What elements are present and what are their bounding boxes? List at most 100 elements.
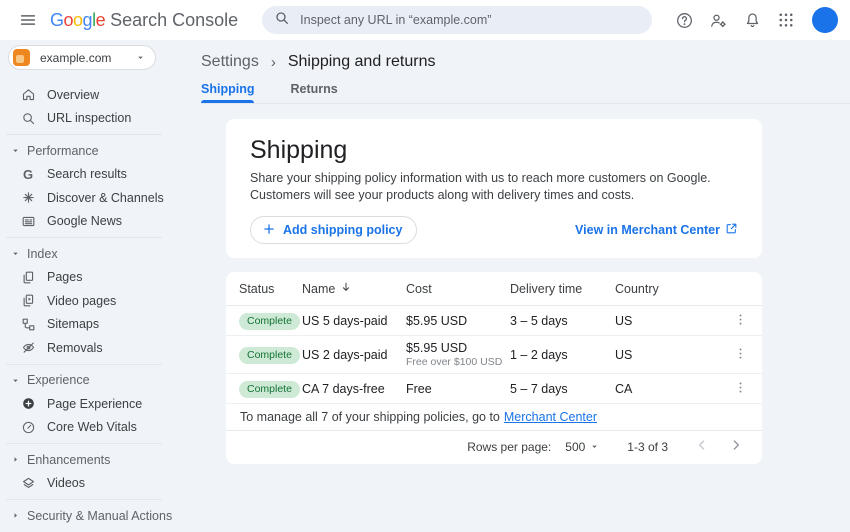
sidebar-item-label: Discover & Channels [47, 191, 164, 205]
sidebar-section-performance[interactable]: Performance [0, 139, 176, 163]
sidebar-section-label: Enhancements [27, 453, 110, 467]
sidebar-item-url-inspection[interactable]: URL inspection [0, 107, 176, 131]
sidebar-divider [6, 443, 162, 444]
chevron-down-icon [136, 53, 145, 62]
google-search-console-logo: Google Search Console [50, 10, 238, 31]
plus-icon [262, 222, 276, 239]
sidebar-item-core-web-vitals[interactable]: Core Web Vitals [0, 416, 176, 440]
news-icon [20, 213, 36, 229]
column-header-name[interactable]: Name [302, 281, 406, 296]
add-shipping-policy-label: Add shipping policy [283, 223, 402, 237]
sidebar-section-experience[interactable]: Experience [0, 369, 176, 393]
table-header-row: Status Name Cost Delivery time Country [226, 272, 762, 306]
topbar: Google Search Console [0, 0, 850, 40]
column-header-country: Country [615, 282, 726, 296]
main-content: Settings › Shipping and returns Shipping… [176, 40, 850, 532]
rows-per-page-select[interactable]: 500 [565, 440, 599, 454]
sidebar-item-pages[interactable]: Pages [0, 266, 176, 290]
sidebar-section-label: Security & Manual Actions [27, 509, 172, 523]
sidebar-item-google-news[interactable]: Google News [0, 210, 176, 234]
tab-shipping[interactable]: Shipping [201, 78, 254, 103]
tab-bar: Shipping Returns [201, 78, 850, 104]
column-header-cost: Cost [406, 282, 510, 296]
sidebar-item-search-results[interactable]: G Search results [0, 163, 176, 187]
property-selector[interactable]: example.com [8, 45, 156, 70]
url-inspection-searchbar[interactable] [262, 6, 652, 34]
policy-delivery-time: 3 – 5 days [510, 314, 615, 328]
policy-name: US 5 days-paid [302, 314, 406, 328]
add-shipping-policy-button[interactable]: Add shipping policy [250, 216, 417, 244]
previous-page-button[interactable] [690, 435, 714, 459]
view-in-merchant-center-link[interactable]: View in Merchant Center [575, 222, 738, 238]
shipping-description: Share your shipping policy information w… [250, 170, 730, 204]
search-input[interactable] [300, 13, 640, 27]
sidebar-item-videos[interactable]: Videos [0, 472, 176, 496]
sidebar-item-label: URL inspection [47, 111, 131, 125]
chevron-right-icon [8, 509, 22, 523]
sidebar: example.com Overview URL inspection Perf… [0, 40, 176, 532]
policy-delivery-time: 5 – 7 days [510, 382, 615, 396]
sidebar-item-sitemaps[interactable]: Sitemaps [0, 313, 176, 337]
sidebar-divider [6, 134, 162, 135]
shipping-actions: Add shipping policy View in Merchant Cen… [250, 216, 738, 244]
external-link-icon [725, 222, 738, 238]
sidebar-section-enhancements[interactable]: Enhancements [0, 448, 176, 472]
column-header-delivery-time: Delivery time [510, 282, 615, 296]
logo-letter: G [50, 10, 64, 30]
sidebar-item-label: Search results [47, 167, 127, 181]
bell-icon [743, 11, 762, 30]
sidebar-section-security[interactable]: Security & Manual Actions [0, 504, 176, 528]
chevron-down-icon [590, 440, 599, 454]
column-header-status: Status [239, 282, 302, 296]
policy-country: US [615, 348, 726, 362]
view-link-label: View in Merchant Center [575, 223, 720, 237]
search-icon [20, 110, 36, 126]
sidebar-item-label: Video pages [47, 294, 116, 308]
avatar[interactable] [812, 7, 838, 33]
row-menu-button[interactable] [726, 341, 754, 369]
notifications-button[interactable] [738, 6, 766, 34]
logo-letter: e [96, 10, 106, 30]
row-menu-button[interactable] [726, 375, 754, 403]
next-page-button[interactable] [724, 435, 748, 459]
home-icon [20, 87, 36, 103]
apps-grid-icon [777, 11, 795, 29]
breadcrumb-settings[interactable]: Settings [201, 53, 259, 71]
tab-returns[interactable]: Returns [290, 78, 337, 103]
logo-letter: o [73, 10, 83, 30]
sidebar-item-overview[interactable]: Overview [0, 83, 176, 107]
pagination-bar: Rows per page: 500 1-3 of 3 [226, 431, 762, 462]
user-gear-icon [709, 11, 728, 30]
sidebar-item-label: Page Experience [47, 397, 142, 411]
policy-cost: $5.95 USD [406, 341, 467, 355]
hamburger-menu-button[interactable] [14, 6, 42, 34]
merchant-center-link[interactable]: Merchant Center [504, 410, 597, 424]
sidebar-section-index[interactable]: Index [0, 242, 176, 266]
chevron-left-icon [694, 437, 710, 456]
status-badge: Complete [239, 313, 300, 330]
app-title: Search Console [110, 10, 238, 31]
sidebar-item-discover[interactable]: Discover & Channels [0, 186, 176, 210]
row-menu-button[interactable] [726, 307, 754, 335]
chevron-down-icon [8, 373, 22, 387]
sidebar-item-video-pages[interactable]: Video pages [0, 289, 176, 313]
policy-country: CA [615, 382, 726, 396]
policy-name: US 2 days-paid [302, 348, 406, 362]
pagination-range: 1-3 of 3 [627, 440, 668, 454]
video-pages-icon [20, 293, 36, 309]
breadcrumb-current: Shipping and returns [288, 53, 436, 71]
sidebar-item-page-experience[interactable]: Page Experience [0, 392, 176, 416]
user-settings-button[interactable] [704, 6, 732, 34]
table-row: Complete US 2 days-paid $5.95 USDFree ov… [226, 336, 762, 374]
rows-per-page-label: Rows per page: [467, 440, 551, 454]
chevron-right-icon: › [271, 54, 276, 71]
table-row: Complete CA 7 days-free Free 5 – 7 days … [226, 374, 762, 404]
sitemaps-icon [20, 316, 36, 332]
apps-menu-button[interactable] [772, 6, 800, 34]
sidebar-item-label: Sitemaps [47, 317, 99, 331]
sidebar-item-label: Pages [47, 270, 82, 284]
sidebar-item-label: Core Web Vitals [47, 420, 137, 434]
help-button[interactable] [670, 6, 698, 34]
sidebar-item-removals[interactable]: Removals [0, 336, 176, 360]
chevron-right-icon [8, 453, 22, 467]
